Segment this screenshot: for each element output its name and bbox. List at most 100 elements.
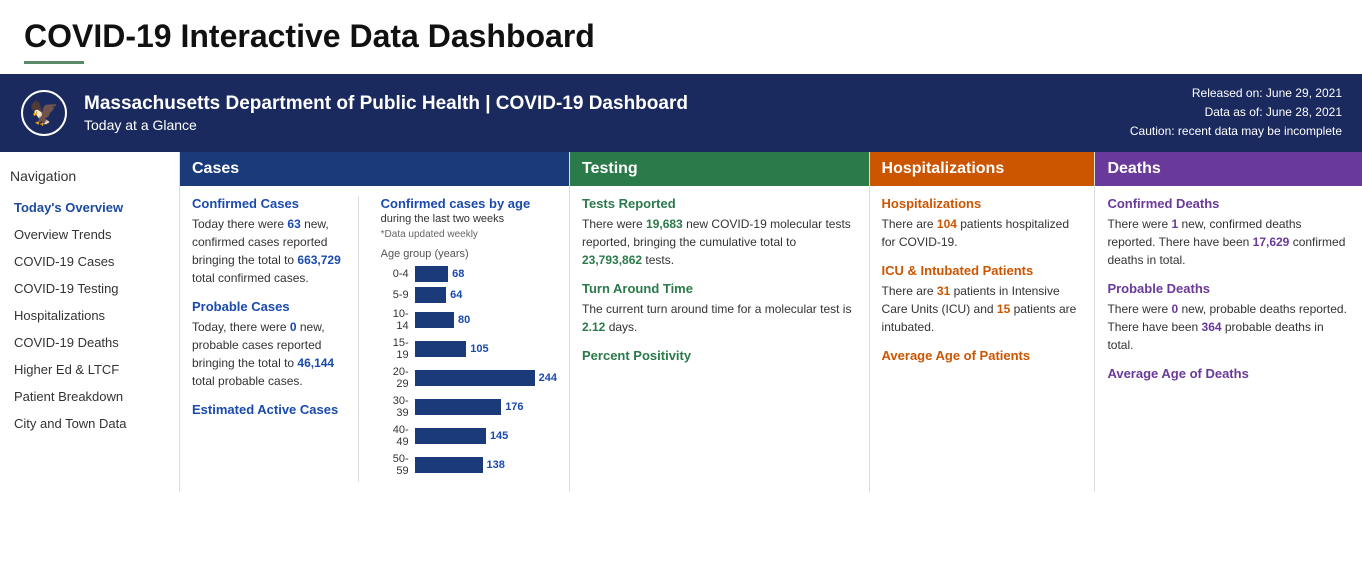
tests-reported-link[interactable]: Tests Reported bbox=[582, 196, 857, 211]
bar-30-39 bbox=[415, 399, 502, 415]
turnaround-text: The current turn around time for a molec… bbox=[582, 300, 857, 336]
bar-row-20-29: 20-29 244 bbox=[381, 366, 557, 390]
chart-title: Confirmed cases by age bbox=[381, 196, 557, 211]
bar-5-9 bbox=[415, 287, 446, 303]
bar-value-20-29: 244 bbox=[539, 372, 557, 384]
bar-value-30-39: 176 bbox=[505, 401, 523, 413]
bar-row-10-14: 10-14 80 bbox=[381, 308, 557, 332]
bar-age-50-59: 50-59 bbox=[381, 453, 415, 477]
testing-panel: Testing Tests Reported There were 19,683… bbox=[570, 152, 870, 492]
page-title: COVID-19 Interactive Data Dashboard bbox=[0, 0, 1362, 61]
probable-deaths-link[interactable]: Probable Deaths bbox=[1107, 281, 1350, 296]
hosp-body: Hospitalizations There are 104 patients … bbox=[870, 186, 1095, 373]
hosp-header: Hospitalizations bbox=[870, 152, 1095, 186]
confirmed-total-count: 663,729 bbox=[297, 253, 340, 267]
bar-value-40-49: 145 bbox=[490, 430, 508, 442]
title-underline bbox=[24, 61, 84, 64]
sidebar-item-hospitalizations[interactable]: Hospitalizations bbox=[10, 302, 169, 329]
data-as-of: Data as of: June 28, 2021 bbox=[1130, 103, 1342, 122]
bar-value-50-59: 138 bbox=[487, 459, 505, 471]
banner-meta: Released on: June 29, 2021 Data as of: J… bbox=[1130, 84, 1342, 142]
chart-axis-label: Age group (years) bbox=[381, 248, 557, 260]
bar-age-20-29: 20-29 bbox=[381, 366, 415, 390]
confirmed-deaths-total: 17,629 bbox=[1253, 235, 1290, 249]
deaths-header: Deaths bbox=[1095, 152, 1362, 186]
bar-row-40-49: 40-49 145 bbox=[381, 424, 557, 448]
sidebar-item-patient-breakdown[interactable]: Patient Breakdown bbox=[10, 383, 169, 410]
bar-age-30-39: 30-39 bbox=[381, 395, 415, 419]
turnaround-value: 2.12 bbox=[582, 320, 605, 334]
sidebar-item-higher-ed[interactable]: Higher Ed & LTCF bbox=[10, 356, 169, 383]
banner-sub-text: Today at a Glance bbox=[84, 117, 1130, 133]
bar-row-50-59: 50-59 138 bbox=[381, 453, 557, 477]
probable-cases-text: Today, there were 0 new, probable cases … bbox=[192, 318, 348, 390]
probable-cases-link[interactable]: Probable Cases bbox=[192, 299, 348, 314]
bar-15-19 bbox=[415, 341, 467, 357]
confirmed-deaths-text: There were 1 new, confirmed deaths repor… bbox=[1107, 215, 1350, 269]
probable-deaths-total: 364 bbox=[1202, 320, 1222, 334]
bar-value-0-4: 68 bbox=[452, 268, 464, 280]
bar-50-59 bbox=[415, 457, 483, 473]
icu-text: There are 31 patients in Intensive Care … bbox=[882, 282, 1083, 336]
probable-new-count: 0 bbox=[290, 320, 297, 334]
tests-total-count: 23,793,862 bbox=[582, 253, 642, 267]
probable-deaths-text: There were 0 new, probable deaths report… bbox=[1107, 300, 1350, 354]
bar-0-4 bbox=[415, 266, 448, 282]
banner: 🦅 Massachusetts Department of Public Hea… bbox=[0, 74, 1362, 152]
bar-age-10-14: 10-14 bbox=[381, 308, 415, 332]
sidebar-item-covid-cases[interactable]: COVID-19 Cases bbox=[10, 248, 169, 275]
bar-container-0-4: 68 bbox=[415, 266, 557, 282]
turnaround-link[interactable]: Turn Around Time bbox=[582, 281, 857, 296]
banner-text: Massachusetts Department of Public Healt… bbox=[84, 93, 1130, 133]
tests-new-count: 19,683 bbox=[646, 217, 683, 231]
bar-40-49 bbox=[415, 428, 486, 444]
percent-positivity-link[interactable]: Percent Positivity bbox=[582, 348, 857, 363]
bar-container-40-49: 145 bbox=[415, 428, 557, 444]
sidebar-item-covid-testing[interactable]: COVID-19 Testing bbox=[10, 275, 169, 302]
sidebar-title: Navigation bbox=[10, 168, 169, 184]
testing-body: Tests Reported There were 19,683 new COV… bbox=[570, 186, 869, 373]
cases-header: Cases bbox=[180, 152, 569, 186]
hospitalizations-link[interactable]: Hospitalizations bbox=[882, 196, 1083, 211]
deaths-panel: Deaths Confirmed Deaths There were 1 new… bbox=[1095, 152, 1362, 492]
bar-20-29 bbox=[415, 370, 535, 386]
probable-total-count: 46,144 bbox=[297, 356, 334, 370]
main-layout: Navigation Today's Overview Overview Tre… bbox=[0, 152, 1362, 492]
confirmed-cases-link[interactable]: Confirmed Cases bbox=[192, 196, 348, 211]
bar-age-5-9: 5-9 bbox=[381, 289, 415, 301]
bar-row-30-39: 30-39 176 bbox=[381, 395, 557, 419]
bar-age-15-19: 15-19 bbox=[381, 337, 415, 361]
sidebar-item-todays-overview[interactable]: Today's Overview bbox=[10, 194, 169, 221]
bar-container-10-14: 80 bbox=[415, 312, 557, 328]
hospitalizations-panel: Hospitalizations Hospitalizations There … bbox=[870, 152, 1096, 492]
confirmed-cases-text: Today there were 63 new, confirmed cases… bbox=[192, 215, 348, 287]
bar-value-5-9: 64 bbox=[450, 289, 462, 301]
bar-container-50-59: 138 bbox=[415, 457, 557, 473]
icu-link[interactable]: ICU & Intubated Patients bbox=[882, 263, 1083, 278]
bar-age-0-4: 0-4 bbox=[381, 268, 415, 280]
testing-header: Testing bbox=[570, 152, 869, 186]
confirmed-deaths-link[interactable]: Confirmed Deaths bbox=[1107, 196, 1350, 211]
cases-chart: Confirmed cases by age during the last t… bbox=[369, 196, 557, 482]
bar-value-10-14: 80 bbox=[458, 314, 470, 326]
released-date: Released on: June 29, 2021 bbox=[1130, 84, 1342, 103]
cases-left: Confirmed Cases Today there were 63 new,… bbox=[192, 196, 359, 482]
cases-panel: Cases Confirmed Cases Today there were 6… bbox=[180, 152, 570, 492]
bar-age-40-49: 40-49 bbox=[381, 424, 415, 448]
probable-deaths-new: 0 bbox=[1171, 302, 1178, 316]
avg-age-patients-link[interactable]: Average Age of Patients bbox=[882, 348, 1083, 363]
banner-main-text: Massachusetts Department of Public Healt… bbox=[84, 93, 1130, 115]
deaths-body: Confirmed Deaths There were 1 new, confi… bbox=[1095, 186, 1362, 391]
bar-container-15-19: 105 bbox=[415, 341, 557, 357]
icu-count: 31 bbox=[937, 284, 950, 298]
hosp-count: 104 bbox=[937, 217, 957, 231]
estimated-active-cases-link[interactable]: Estimated Active Cases bbox=[192, 402, 348, 417]
intubated-count: 15 bbox=[997, 302, 1010, 316]
bar-row-5-9: 5-9 64 bbox=[381, 287, 557, 303]
sidebar-item-city-town[interactable]: City and Town Data bbox=[10, 410, 169, 437]
sidebar: Navigation Today's Overview Overview Tre… bbox=[0, 152, 180, 492]
sidebar-item-covid-deaths[interactable]: COVID-19 Deaths bbox=[10, 329, 169, 356]
bar-container-20-29: 244 bbox=[415, 370, 557, 386]
avg-age-deaths-link[interactable]: Average Age of Deaths bbox=[1107, 366, 1350, 381]
sidebar-item-overview-trends[interactable]: Overview Trends bbox=[10, 221, 169, 248]
